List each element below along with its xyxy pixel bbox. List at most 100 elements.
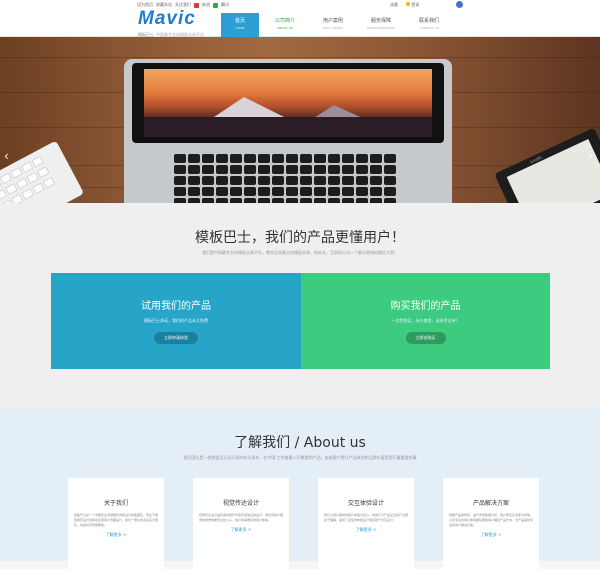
laptop-key bbox=[272, 187, 284, 196]
laptop-key bbox=[244, 154, 256, 163]
laptop-key bbox=[272, 176, 284, 185]
laptop-key bbox=[188, 165, 200, 174]
laptop-key bbox=[300, 187, 312, 196]
laptop-key bbox=[300, 154, 312, 163]
laptop-key bbox=[188, 176, 200, 185]
tagline-subtitle: 我们是中国最专业的模板交易平台，整合全网最全的模板资源，给站长，互联网公司一个解… bbox=[202, 250, 398, 255]
laptop-key bbox=[384, 176, 396, 185]
laptop-key bbox=[328, 154, 340, 163]
kindle-image: kindle bbox=[494, 127, 600, 203]
buy-card-title: 购买我们的产品 bbox=[390, 301, 461, 312]
nav-home-label: 首页 bbox=[234, 18, 245, 24]
laptop-key bbox=[370, 176, 382, 185]
laptop-key bbox=[286, 187, 298, 196]
laptop-key bbox=[342, 187, 354, 196]
laptop-key bbox=[272, 154, 284, 163]
laptop-key bbox=[230, 176, 242, 185]
laptop-key bbox=[384, 187, 396, 196]
nav-cases-en: OUR CLIENTS bbox=[322, 26, 344, 30]
nav-contact-en: CONTACT US bbox=[419, 26, 439, 30]
laptop-key bbox=[328, 187, 340, 196]
about-card-about: 关于我们 模板巴士是一个中国专业领域服务商的设计模板团队，专注于模型网页设计和移… bbox=[68, 478, 164, 569]
about-card-desc: 我们以用户需求的用户体验为核心，将用户与产品交互的行为更易于理解，提供了最佳的体… bbox=[324, 513, 409, 522]
about-card-desc: 根据产品的特性，进行市场数据分析，用户研究及竞争分析等，以及专业的用户体验团队帮… bbox=[449, 513, 534, 527]
laptop-key bbox=[328, 176, 340, 185]
laptop-key bbox=[202, 187, 214, 196]
about-card-title: 视觉传达设计 bbox=[222, 500, 259, 507]
about-card-title: 交互体验设计 bbox=[347, 500, 384, 507]
nav-cases-label: 用户案例 bbox=[322, 18, 343, 24]
user-name[interactable]: 油墨 bbox=[390, 2, 398, 8]
weibo-icon[interactable] bbox=[194, 2, 199, 8]
nav-home-en: HOME bbox=[235, 26, 245, 30]
about-card-desc: 模板巴士是一个中国专业领域服务商的设计模板团队，专注于模型网页设计和移动应用用户… bbox=[74, 513, 159, 527]
laptop-key bbox=[286, 165, 298, 174]
laptop-key bbox=[174, 187, 186, 196]
try-product-card: 试用我们的产品 模板巴士承诺，我们的产品永久免费 立即申请体验 bbox=[51, 273, 301, 369]
laptop-key bbox=[356, 165, 368, 174]
laptop-key bbox=[216, 187, 228, 196]
user-avatar-icon[interactable] bbox=[456, 1, 463, 8]
try-card-title: 试用我们的产品 bbox=[141, 301, 211, 312]
slider-prev-icon[interactable]: ‹ bbox=[4, 149, 9, 163]
laptop-key bbox=[174, 176, 186, 185]
laptop-key bbox=[370, 165, 382, 174]
signin-label: 登录 bbox=[411, 2, 420, 7]
about-card-visual: 视觉传达设计 视觉传达设计是利用视觉符号来传递信息的设计，用符合用户需求的视觉效… bbox=[193, 478, 289, 569]
laptop-key bbox=[342, 165, 354, 174]
coin-icon bbox=[406, 2, 410, 6]
nav-home[interactable]: 首页 HOME bbox=[221, 13, 259, 37]
nav-about-label: 公司简介 bbox=[274, 18, 295, 24]
laptop-key bbox=[258, 176, 270, 185]
laptop-image bbox=[124, 59, 452, 203]
laptop-key bbox=[244, 165, 256, 174]
signin-link[interactable]: 登录 bbox=[406, 2, 419, 8]
learn-more-link[interactable]: 了解更多 > bbox=[68, 532, 164, 538]
laptop-key bbox=[342, 154, 354, 163]
buy-now-button[interactable]: 立即去购买 bbox=[405, 332, 446, 344]
laptop-key bbox=[356, 176, 368, 185]
learn-more-link[interactable]: 了解更多 > bbox=[318, 527, 414, 533]
nav-service-label: 服务保障 bbox=[370, 18, 391, 24]
laptop-key bbox=[244, 187, 256, 196]
laptop-key bbox=[370, 187, 382, 196]
site-logo[interactable]: Mavic 模板巴士 中国最专业的模板交易平台 bbox=[138, 8, 218, 37]
laptop-key bbox=[230, 165, 242, 174]
try-card-desc: 模板巴士承诺，我们的产品永久免费 bbox=[144, 318, 208, 323]
wechat-icon[interactable] bbox=[213, 2, 218, 8]
buy-card-desc: 一次性购买，永久使用，送技术支持！ bbox=[391, 318, 460, 323]
laptop-key bbox=[314, 176, 326, 185]
nav-contact[interactable]: 联系我们 CONTACT US bbox=[407, 13, 451, 37]
nav-about[interactable]: 公司简介 ABOUT US bbox=[263, 13, 307, 37]
nav-service-en: SERVICE SECURITY bbox=[366, 26, 396, 30]
laptop-key bbox=[384, 154, 396, 163]
buy-product-card: 购买我们的产品 一次性购买，永久使用，送技术支持！ 立即去购买 bbox=[301, 273, 550, 369]
top-link-qq[interactable]: 腾讯 bbox=[221, 2, 229, 8]
laptop-key bbox=[216, 176, 228, 185]
learn-more-link[interactable]: 了解更多 > bbox=[443, 532, 539, 538]
about-card-interaction: 交互体验设计 我们以用户需求的用户体验为核心，将用户与产品交互的行为更易于理解，… bbox=[318, 478, 414, 569]
laptop-key bbox=[370, 154, 382, 163]
user-area: 油墨 登录 bbox=[390, 2, 419, 8]
laptop-key bbox=[216, 154, 228, 163]
laptop-key bbox=[202, 165, 214, 174]
laptop-key bbox=[244, 176, 256, 185]
nav-contact-label: 联系我们 bbox=[418, 18, 439, 24]
laptop-key bbox=[188, 187, 200, 196]
nav-service[interactable]: 服务保障 SERVICE SECURITY bbox=[359, 13, 403, 37]
try-apply-button[interactable]: 立即申请体验 bbox=[154, 332, 198, 344]
laptop-key bbox=[314, 187, 326, 196]
laptop-key bbox=[328, 165, 340, 174]
laptop-key bbox=[174, 154, 186, 163]
tagline-section: 模板巴士，我们的产品更懂用户！ 我们是中国最专业的模板交易平台，整合全网最全的模… bbox=[0, 203, 600, 408]
laptop-key bbox=[300, 165, 312, 174]
slider-next-icon[interactable]: › bbox=[588, 149, 593, 163]
laptop-key bbox=[188, 154, 200, 163]
nav-cases[interactable]: 用户案例 OUR CLIENTS bbox=[311, 13, 355, 37]
laptop-key bbox=[258, 187, 270, 196]
learn-more-link[interactable]: 了解更多 > bbox=[193, 527, 289, 533]
laptop-key bbox=[272, 165, 284, 174]
laptop-key bbox=[230, 187, 242, 196]
laptop-key bbox=[356, 154, 368, 163]
hero-banner: kindle ‹ › bbox=[0, 37, 600, 203]
